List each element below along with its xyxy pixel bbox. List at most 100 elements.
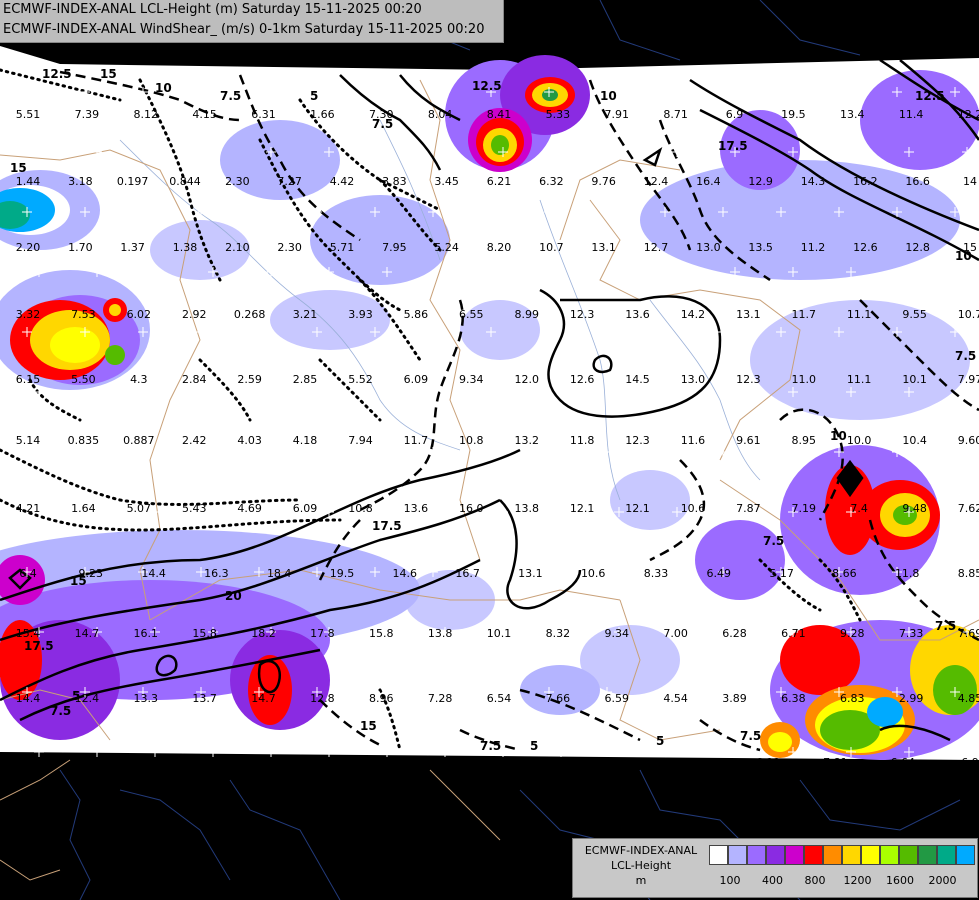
grid-value-label: 9.34 bbox=[605, 627, 630, 640]
grid-value-label: 12.8 bbox=[905, 241, 930, 254]
grid-value-label: 16.0 bbox=[459, 502, 484, 515]
grid-value-label: 13.6 bbox=[625, 308, 650, 321]
grid-value-label: 11.2 bbox=[801, 241, 826, 254]
contour-label: 15 bbox=[360, 719, 377, 733]
header-line-1: ECMWF-INDEX-ANAL LCL-Height (m) Saturday… bbox=[3, 2, 422, 17]
grid-value-label: 4.03 bbox=[237, 434, 262, 447]
grid-value-label: 6.54 bbox=[487, 692, 512, 705]
grid-value-label: 0.268 bbox=[234, 308, 266, 321]
contour-label: 7.5 bbox=[955, 349, 976, 363]
grid-value-label: 5.86 bbox=[404, 308, 429, 321]
grid-value-label: 6.21 bbox=[487, 175, 512, 188]
legend-swatch bbox=[880, 845, 899, 865]
grid-value-label: 13.5 bbox=[748, 241, 773, 254]
grid-value-label: 1.37 bbox=[120, 241, 145, 254]
grid-value-label: 7.87 bbox=[736, 502, 761, 515]
grid-value-label: 1.38 bbox=[173, 241, 198, 254]
grid-value-label: 8.33 bbox=[644, 567, 669, 580]
grid-value-label: 7.62 bbox=[958, 502, 979, 515]
contour-label: 7.5 bbox=[740, 729, 761, 743]
legend-swatch bbox=[918, 845, 937, 865]
grid-value-label: 13.0 bbox=[696, 241, 721, 254]
grid-value-label: 15.8 bbox=[369, 627, 394, 640]
contour-label: 12.5 bbox=[472, 79, 502, 93]
grid-value-label: 8.04 bbox=[428, 108, 453, 121]
grid-value-label: 16.3 bbox=[204, 567, 229, 580]
grid-value-label: 19.5 bbox=[781, 108, 806, 121]
grid-value-label: 4.3 bbox=[130, 373, 148, 386]
grid-value-label: 11.6 bbox=[681, 434, 706, 447]
contour-label: 17.5 bbox=[372, 519, 402, 533]
grid-value-label: 4.42 bbox=[330, 175, 355, 188]
grid-value-label: 12.4 bbox=[644, 175, 669, 188]
grid-value-label: 9.48 bbox=[902, 502, 927, 515]
grid-value-label: 14.7 bbox=[75, 627, 100, 640]
grid-value-label: 4.21 bbox=[16, 502, 41, 515]
legend-swatch bbox=[747, 845, 766, 865]
grid-value-label: 7.33 bbox=[899, 627, 924, 640]
contour-label: 20 bbox=[225, 589, 242, 603]
grid-value-label: 13.1 bbox=[591, 241, 616, 254]
grid-value-label: 12.4 bbox=[75, 692, 100, 705]
grid-value-label: 3.93 bbox=[348, 308, 373, 321]
grid-value-label: 6.32 bbox=[539, 175, 564, 188]
grid-value-label: 9.61 bbox=[736, 434, 761, 447]
grid-value-label: 7.91 bbox=[605, 108, 630, 121]
grid-value-label: 6.09 bbox=[404, 373, 429, 386]
grid-value-label: 8.12 bbox=[134, 108, 159, 121]
grid-value-label: 10.0 bbox=[847, 434, 872, 447]
grid-value-label: 5.24 bbox=[434, 241, 459, 254]
grid-value-label: 7.19 bbox=[792, 502, 817, 515]
grid-value-label: 5.71 bbox=[330, 241, 355, 254]
grid-value-label: 12.1 bbox=[625, 502, 650, 515]
legend-tick: 1200 bbox=[843, 874, 872, 887]
grid-value-label: 1.70 bbox=[68, 241, 93, 254]
grid-value-label: 6.09 bbox=[293, 502, 318, 515]
grid-value-label: 14.2 bbox=[681, 308, 706, 321]
grid-value-label: 2.85 bbox=[293, 373, 318, 386]
legend-swatch bbox=[823, 845, 842, 865]
grid-value-label: 14.3 bbox=[801, 175, 826, 188]
grid-value-label: 17.8 bbox=[310, 627, 335, 640]
legend-tick: 100 bbox=[719, 874, 741, 887]
grid-value-label: 11.1 bbox=[847, 308, 872, 321]
grid-value-label: 12.3 bbox=[625, 434, 650, 447]
contour-label: 5 bbox=[310, 89, 318, 103]
grid-value-label: 16.2 bbox=[853, 175, 878, 188]
grid-value-label: 8.32 bbox=[546, 627, 571, 640]
grid-value-label: 7.39 bbox=[75, 108, 100, 121]
grid-value-label: 13.2 bbox=[514, 434, 539, 447]
grid-value-label: 6.49 bbox=[707, 567, 732, 580]
grid-value-label: 6.28 bbox=[722, 627, 747, 640]
grid-value-label: 5.43 bbox=[182, 502, 207, 515]
contour-label: 7.5 bbox=[480, 739, 501, 753]
grid-value-label: 5.33 bbox=[546, 108, 571, 121]
grid-value-label: 7.66 bbox=[546, 692, 571, 705]
grid-value-label: 7.94 bbox=[348, 434, 373, 447]
grid-value-label: 9.60 bbox=[958, 434, 979, 447]
grid-value-label: 11.1 bbox=[847, 373, 872, 386]
grid-value-label: 12.2 bbox=[958, 108, 979, 121]
grid-value-label: 3.83 bbox=[382, 175, 407, 188]
contour-label: 10 bbox=[600, 89, 617, 103]
grid-value-label: 10.6 bbox=[681, 502, 706, 515]
grid-value-label: 16.4 bbox=[696, 175, 721, 188]
contour-label: 12.5 bbox=[915, 89, 945, 103]
grid-value-label: 11.0 bbox=[792, 373, 817, 386]
grid-value-label: 13.6 bbox=[404, 502, 429, 515]
grid-value-label: 10.7 bbox=[958, 308, 979, 321]
legend-tick: 1600 bbox=[886, 874, 914, 887]
contour-label: 17.5 bbox=[718, 139, 748, 153]
grid-value-label: 13.7 bbox=[192, 692, 217, 705]
legend-tick: 2000 bbox=[928, 874, 957, 887]
grid-value-label: 15 bbox=[963, 241, 977, 254]
legend-swatch bbox=[899, 845, 918, 865]
grid-value-label: 19.5 bbox=[330, 567, 355, 580]
grid-value-label: 2.20 bbox=[16, 241, 41, 254]
grid-value-label: 4.18 bbox=[293, 434, 318, 447]
grid-value-label: 5.14 bbox=[16, 434, 41, 447]
contour-label: 17.5 bbox=[24, 639, 54, 653]
grid-value-label: 13.1 bbox=[518, 567, 543, 580]
grid-value-label: 7.69 bbox=[958, 627, 979, 640]
grid-value-label: 12.3 bbox=[736, 373, 761, 386]
